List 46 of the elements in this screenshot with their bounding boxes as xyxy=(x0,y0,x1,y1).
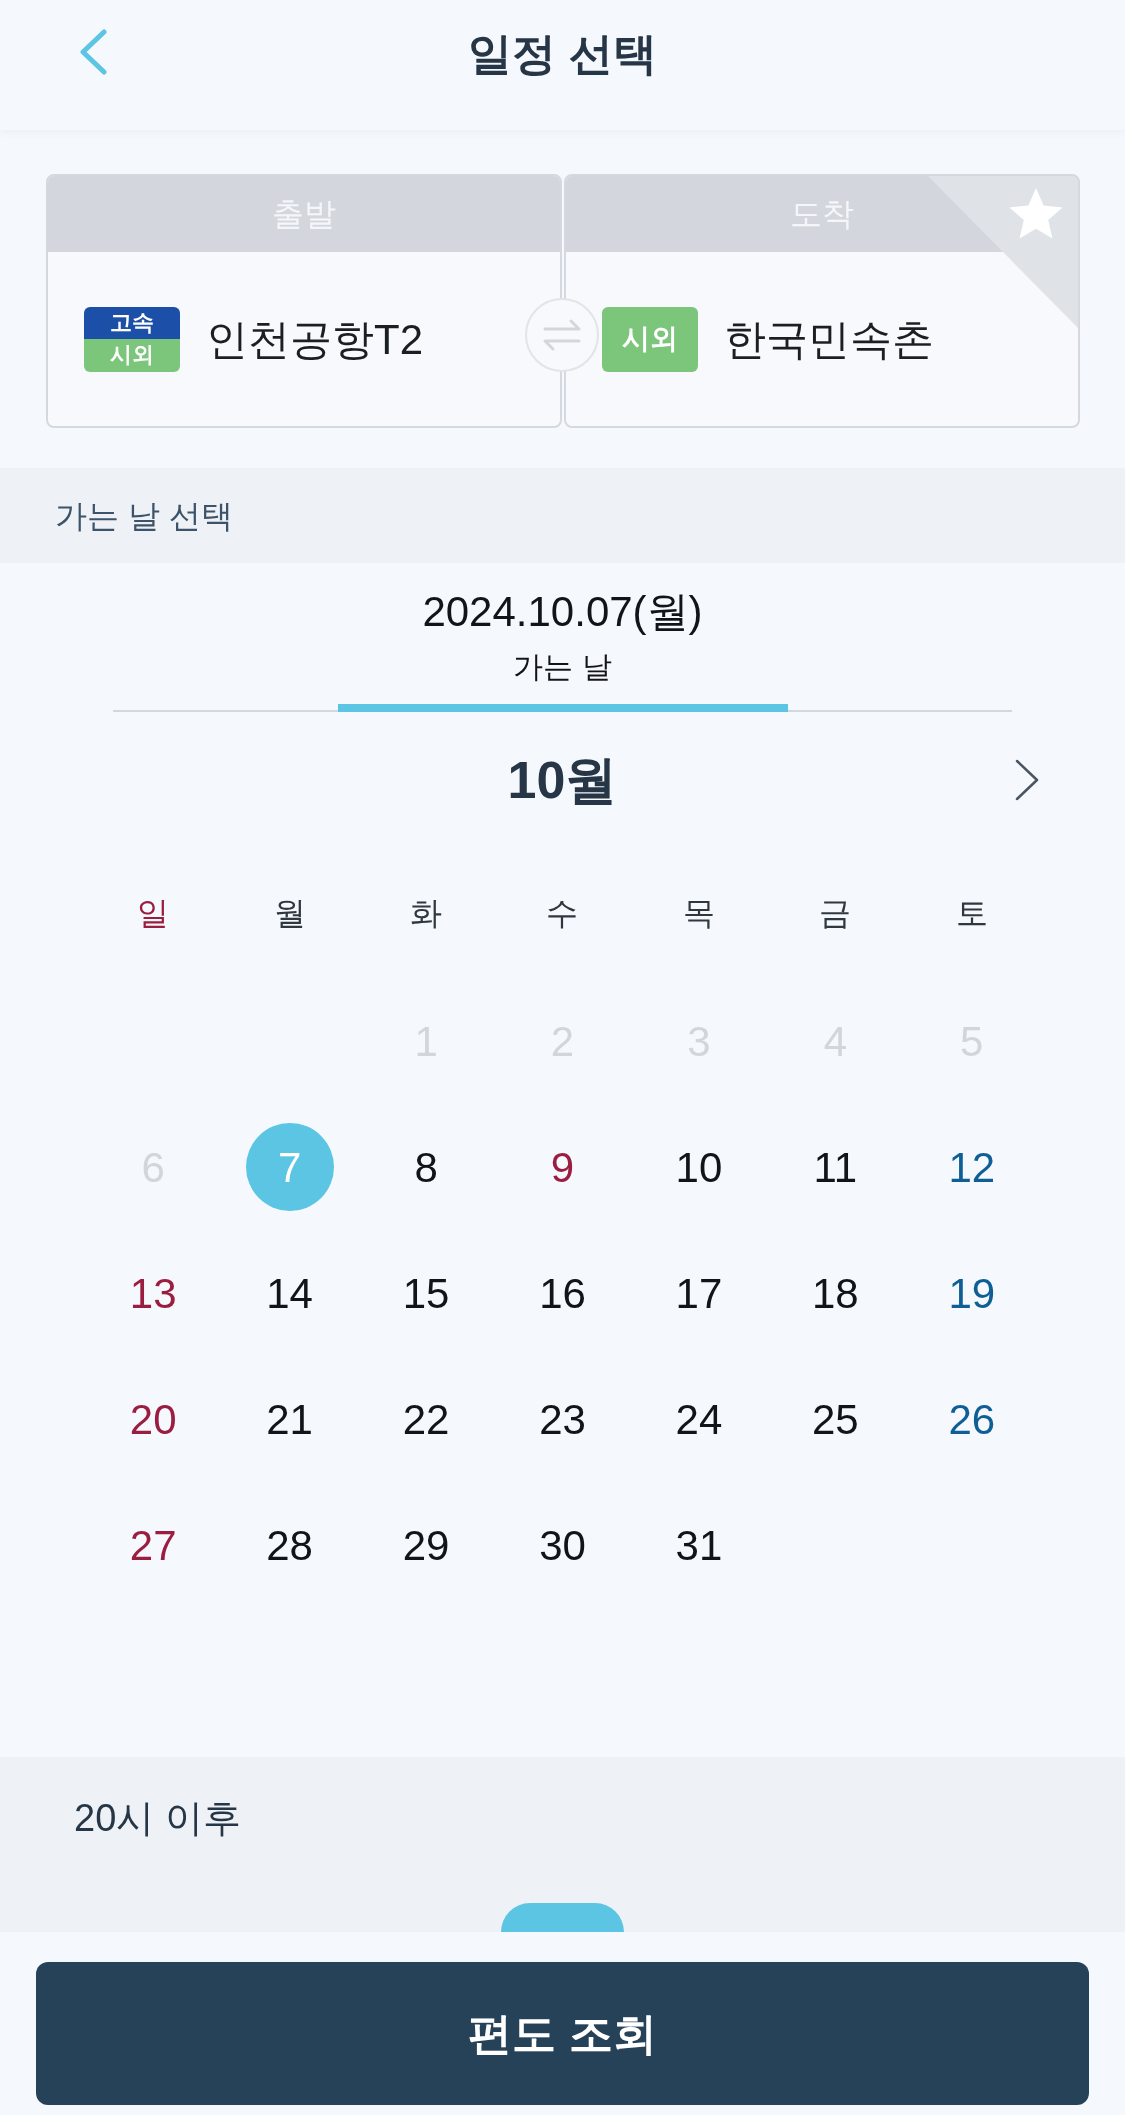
calendar-day[interactable]: 16 xyxy=(539,1261,586,1325)
month-label: 10월 xyxy=(507,750,618,811)
page-title: 일정 선택 xyxy=(468,28,657,80)
calendar-day[interactable]: 13 xyxy=(129,1261,177,1325)
calendar-day[interactable]: 27 xyxy=(129,1513,177,1577)
calendar-day[interactable]: 26 xyxy=(948,1387,996,1451)
calendar-day[interactable]: 17 xyxy=(675,1261,723,1325)
weekday-label: 화 xyxy=(410,894,443,933)
search-schedule-button[interactable]: 편도 조회 xyxy=(36,1962,1089,2105)
calendar-day[interactable]: 21 xyxy=(266,1387,313,1451)
calendar-day[interactable]: 18 xyxy=(812,1261,859,1325)
time-section-title: 20시 이후 xyxy=(74,1797,241,1839)
weekday-label: 수 xyxy=(546,894,579,933)
calendar-day[interactable]: 30 xyxy=(539,1513,586,1577)
bus-type-badge: 시외 xyxy=(84,339,180,372)
weekday-label: 토 xyxy=(955,894,988,933)
weekday-label: 일 xyxy=(137,894,170,933)
calendar-day[interactable]: 19 xyxy=(948,1261,996,1325)
section-title: 가는 날 선택 xyxy=(55,496,233,536)
chevron-right-icon[interactable] xyxy=(1014,758,1040,802)
calendar-day[interactable]: 20 xyxy=(129,1387,177,1451)
bus-type-badge: 고속 xyxy=(84,306,180,339)
departure-terminal: 인천공항T2 xyxy=(206,314,423,365)
calendar-day[interactable]: 25 xyxy=(812,1387,859,1451)
calendar-day[interactable]: 12 xyxy=(948,1135,996,1199)
calendar-day[interactable]: 31 xyxy=(675,1513,723,1577)
weekday-label: 금 xyxy=(819,894,852,933)
swap-icon[interactable] xyxy=(524,297,600,373)
date-tab[interactable]: 2024.10.07(월) 가는 날 xyxy=(337,587,788,712)
time-chip[interactable] xyxy=(501,1903,624,1932)
calendar-day[interactable]: 10 xyxy=(675,1135,723,1199)
calendar-day[interactable]: 23 xyxy=(539,1387,586,1451)
back-icon[interactable] xyxy=(79,29,107,75)
calendar-day[interactable]: 28 xyxy=(266,1513,313,1577)
calendar-day[interactable]: 9 xyxy=(550,1135,575,1199)
calendar-day[interactable]: 15 xyxy=(402,1261,450,1325)
calendar-day[interactable]: 22 xyxy=(402,1387,450,1451)
calendar-day[interactable]: 24 xyxy=(675,1387,723,1451)
weekday-label: 월 xyxy=(273,894,306,933)
arrival-terminal: 한국민속촌 xyxy=(724,314,934,365)
bus-type-badge: 시외 xyxy=(602,306,698,372)
calendar-day[interactable]: 11 xyxy=(813,1135,858,1199)
weekday-label: 목 xyxy=(682,894,715,933)
calendar-day[interactable]: 29 xyxy=(402,1513,450,1577)
calendar-day[interactable]: 8 xyxy=(414,1135,438,1199)
calendar-day[interactable]: 14 xyxy=(266,1261,313,1325)
